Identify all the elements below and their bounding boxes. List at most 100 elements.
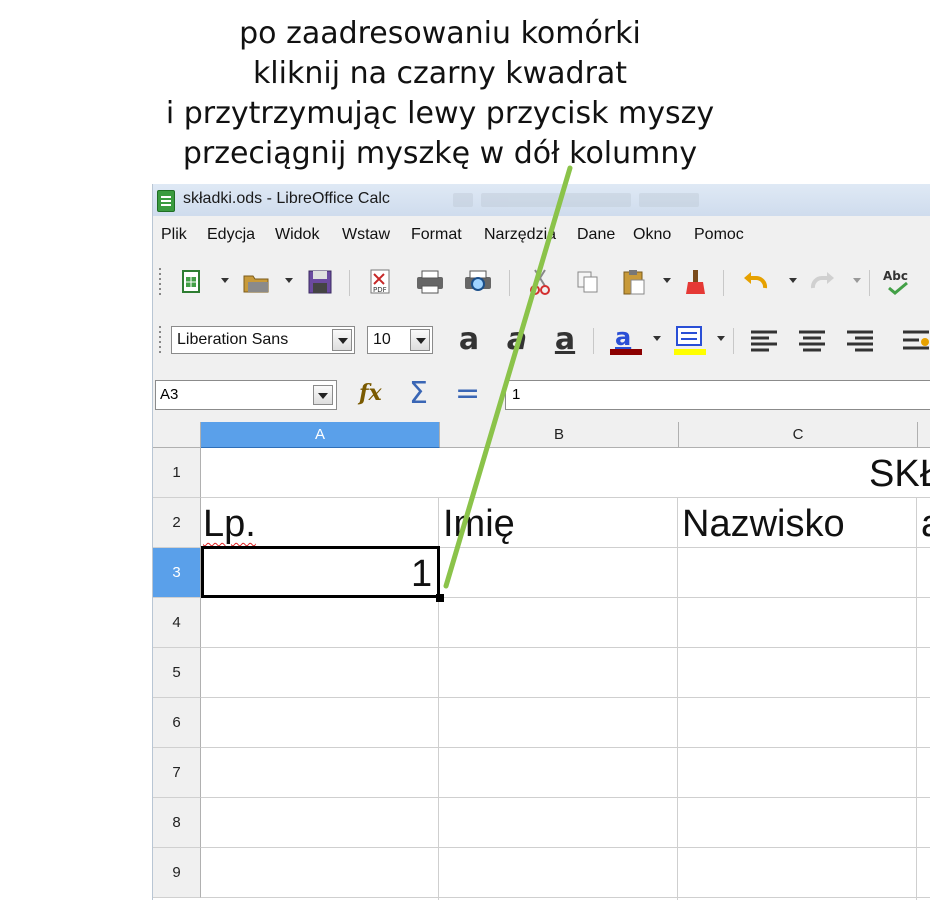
name-box-value: A3 xyxy=(160,386,179,403)
underline-glyph: a xyxy=(554,322,576,357)
menu-edycja[interactable]: Edycja xyxy=(207,226,255,244)
svg-text:a: a xyxy=(615,323,631,351)
row-header-1[interactable]: 1 xyxy=(153,448,201,498)
spreadsheet-grid: A B C 1 2 3 4 5 6 7 8 9 SKŁ Lp. Imię Naz… xyxy=(153,422,930,900)
cell-a2[interactable]: Lp. xyxy=(203,504,256,544)
highlight-color-button[interactable] xyxy=(669,324,709,356)
instruction-annotation: po zaadresowaniu komórki kliknij na czar… xyxy=(60,14,820,174)
annotation-line-4: przeciągnij myszkę w dół kolumny xyxy=(182,136,698,171)
toolbar-grip[interactable] xyxy=(159,268,161,298)
column-header-a[interactable]: A xyxy=(201,422,440,448)
spellcheck-icon[interactable]: Abc xyxy=(881,266,915,298)
open-icon[interactable] xyxy=(239,266,273,298)
undo-icon[interactable] xyxy=(739,266,773,298)
menu-widok[interactable]: Widok xyxy=(275,226,319,244)
font-size-value: 10 xyxy=(373,331,391,348)
function-wizard-icon[interactable]: fx xyxy=(359,380,382,406)
toolbar-separator xyxy=(733,328,734,354)
toolbar-separator xyxy=(349,270,350,296)
font-color-button[interactable]: a xyxy=(605,323,645,356)
function-icon[interactable]: = xyxy=(455,376,480,411)
formula-bar: A3 fx Σ = 1 xyxy=(153,376,930,414)
row-header-5[interactable]: 5 xyxy=(153,648,201,698)
menu-bar: Plik Edycja Widok Wstaw Format Narzędzia… xyxy=(153,220,930,250)
column-header-d-partial[interactable] xyxy=(918,422,930,448)
calc-app-icon xyxy=(157,190,175,212)
font-size-dropdown-icon[interactable] xyxy=(410,329,430,351)
cut-icon[interactable] xyxy=(523,266,557,298)
bold-button[interactable]: a xyxy=(451,324,487,356)
merged-title-row xyxy=(201,448,930,497)
row-header-6[interactable]: 6 xyxy=(153,698,201,748)
menu-plik[interactable]: Plik xyxy=(161,226,187,244)
toolbar-separator xyxy=(593,328,594,354)
row-header-7[interactable]: 7 xyxy=(153,748,201,798)
open-dropdown-arrow[interactable] xyxy=(285,278,293,283)
align-right-icon[interactable] xyxy=(843,324,877,356)
menu-dane[interactable]: Dane xyxy=(577,226,615,244)
menu-narzedzia[interactable]: Narzędzia xyxy=(484,226,556,244)
font-color-dropdown-arrow[interactable] xyxy=(653,336,661,341)
cell-d2-partial: a xyxy=(921,504,930,544)
paste-dropdown-arrow[interactable] xyxy=(663,278,671,283)
sum-icon[interactable]: Σ xyxy=(409,376,428,411)
calc-window: składki.ods - LibreOffice Calc Plik Edyc… xyxy=(152,184,930,900)
font-size-combo[interactable]: 10 xyxy=(367,326,433,354)
input-line[interactable]: 1 xyxy=(505,380,930,410)
copy-icon[interactable] xyxy=(571,266,605,298)
menu-format[interactable]: Format xyxy=(411,226,462,244)
align-left-icon[interactable] xyxy=(747,324,781,356)
new-dropdown-arrow[interactable] xyxy=(221,278,229,283)
highlight-dropdown-arrow[interactable] xyxy=(717,336,725,341)
toolbar-separator xyxy=(723,270,724,296)
underline-button[interactable]: a xyxy=(547,324,583,356)
title-bar: składki.ods - LibreOffice Calc xyxy=(153,184,930,216)
row-header-3[interactable]: 3 xyxy=(153,548,201,598)
row-header-2[interactable]: 2 xyxy=(153,498,201,548)
menu-okno[interactable]: Okno xyxy=(633,226,671,244)
toolbar-separator xyxy=(869,270,870,296)
font-name-value: Liberation Sans xyxy=(177,331,289,348)
column-header-b[interactable]: B xyxy=(440,422,679,448)
annotation-line-1: po zaadresowaniu komórki xyxy=(239,16,641,51)
window-title: składki.ods - LibreOffice Calc xyxy=(183,190,390,207)
svg-text:Abc: Abc xyxy=(883,269,908,283)
redo-dropdown-arrow[interactable] xyxy=(853,278,861,283)
cell-c2[interactable]: Nazwisko xyxy=(682,504,845,544)
italic-button[interactable]: a xyxy=(499,324,535,356)
font-name-dropdown-icon[interactable] xyxy=(332,329,352,351)
toolbar-separator xyxy=(509,270,510,296)
toolbar-grip[interactable] xyxy=(159,326,161,356)
align-center-icon[interactable] xyxy=(795,324,829,356)
name-box-dropdown-icon[interactable] xyxy=(313,385,333,405)
svg-text:PDF: PDF xyxy=(373,286,387,294)
paste-icon[interactable] xyxy=(617,266,651,298)
cell-b2[interactable]: Imię xyxy=(443,504,515,544)
print-preview-icon[interactable] xyxy=(461,266,495,298)
standard-toolbar: PDF Abc xyxy=(153,260,930,304)
menu-wstaw[interactable]: Wstaw xyxy=(342,226,390,244)
bold-glyph: a xyxy=(458,322,480,357)
redo-icon[interactable] xyxy=(805,266,839,298)
select-all-corner[interactable] xyxy=(153,422,201,448)
italic-glyph: a xyxy=(506,322,528,357)
fill-handle[interactable] xyxy=(436,594,444,602)
row-header-9[interactable]: 9 xyxy=(153,848,201,898)
row-header-8[interactable]: 8 xyxy=(153,798,201,848)
undo-dropdown-arrow[interactable] xyxy=(789,278,797,283)
merge-center-icon[interactable] xyxy=(899,324,930,356)
menu-pomoc[interactable]: Pomoc xyxy=(694,226,744,244)
input-line-value: 1 xyxy=(512,386,521,403)
export-pdf-icon[interactable]: PDF xyxy=(363,266,397,298)
formatting-toolbar: Liberation Sans 10 a a a a xyxy=(153,318,930,362)
annotation-line-3: i przytrzymując lewy przycisk myszy xyxy=(165,96,715,131)
print-icon[interactable] xyxy=(413,266,447,298)
font-name-combo[interactable]: Liberation Sans xyxy=(171,326,355,354)
column-header-c[interactable]: C xyxy=(679,422,918,448)
active-cell-cursor xyxy=(201,546,440,598)
name-box[interactable]: A3 xyxy=(155,380,337,410)
row-header-4[interactable]: 4 xyxy=(153,598,201,648)
save-icon[interactable] xyxy=(303,266,337,298)
new-icon[interactable] xyxy=(175,266,209,298)
clone-formatting-icon[interactable] xyxy=(679,266,713,298)
